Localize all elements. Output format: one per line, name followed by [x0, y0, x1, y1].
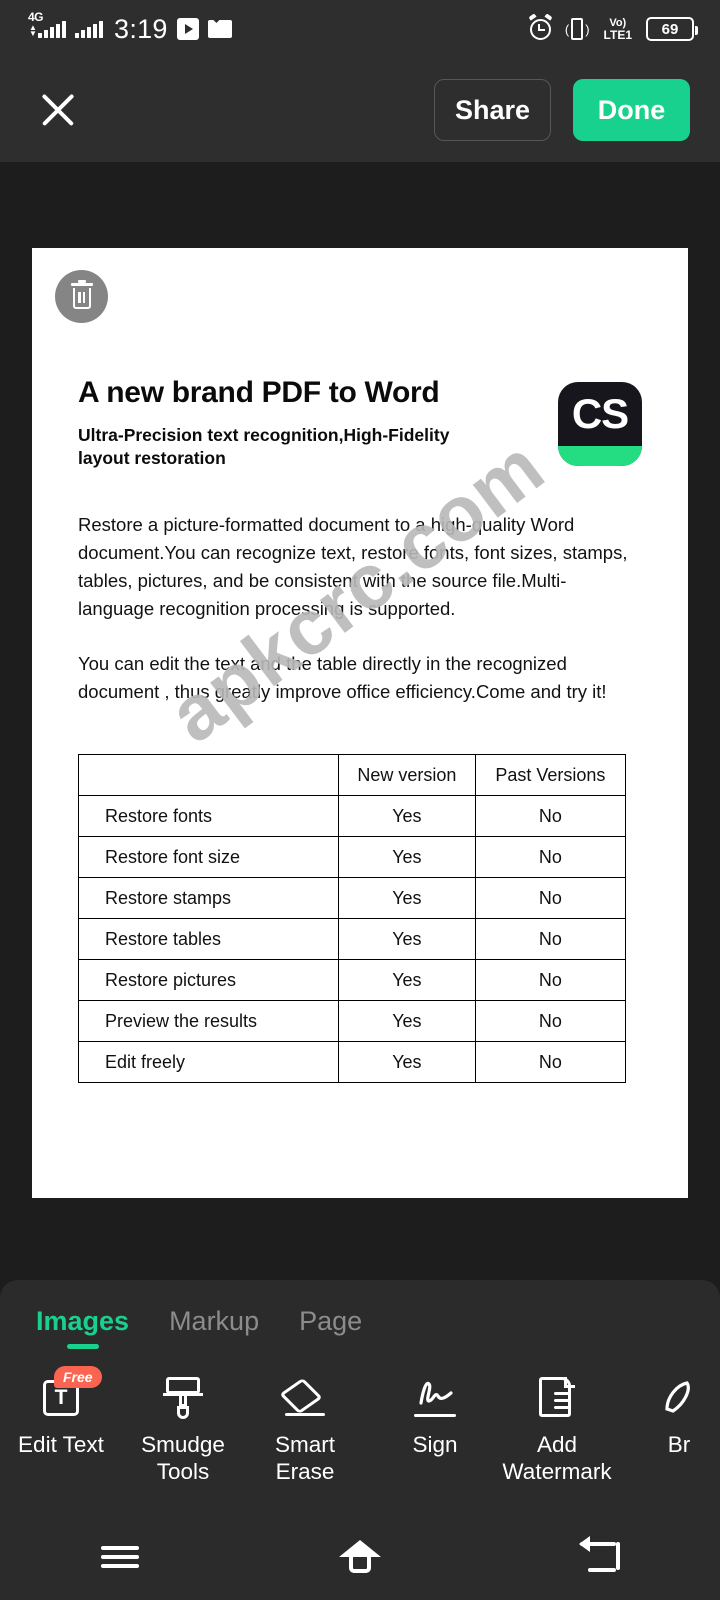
table-cell: Restore font size: [78, 836, 339, 879]
volte-icon: Vo) LTE1: [603, 16, 632, 42]
table-row: Restore pictures Yes No: [78, 959, 627, 1002]
volte-line1: Vo): [609, 16, 627, 29]
done-button[interactable]: Done: [573, 79, 690, 141]
tool-row: Free T Edit Text Smudge Tools Smart Eras…: [0, 1349, 720, 1485]
editor-canvas: A new brand PDF to Word Ultra-Precision …: [0, 162, 720, 1280]
signature-icon: [413, 1373, 457, 1423]
signal-bars-icon: [75, 20, 103, 38]
tool-add-watermark[interactable]: Add Watermark: [496, 1373, 618, 1485]
volte-line2: LTE1: [603, 27, 632, 42]
tool-sign[interactable]: Sign: [374, 1373, 496, 1459]
feature-comparison-table: New version Past Versions Restore fonts …: [78, 754, 627, 1084]
eraser-icon: [279, 1373, 327, 1423]
table-row: Restore tables Yes No: [78, 918, 627, 961]
table-cell: Yes: [338, 877, 476, 920]
tab-images[interactable]: Images: [36, 1306, 129, 1349]
brush-icon: [661, 1373, 697, 1423]
nav-recents-button[interactable]: [65, 1528, 175, 1586]
home-icon: [339, 1540, 381, 1574]
table-row: Preview the results Yes No: [78, 1000, 627, 1043]
back-arrow-icon: [579, 1536, 620, 1572]
tool-smart-erase[interactable]: Smart Erase: [244, 1373, 366, 1485]
table-row: Restore font size Yes No: [78, 836, 627, 879]
tool-edit-text[interactable]: Free T Edit Text: [0, 1366, 122, 1459]
document-header-text: A new brand PDF to Word Ultra-Precision …: [78, 376, 498, 471]
table-cell: Yes: [338, 918, 476, 961]
status-bar-left: 4G ▲ ▼ 3:19: [0, 11, 232, 45]
table-row: Restore fonts Yes No: [78, 795, 627, 838]
table-cell: Restore fonts: [78, 795, 339, 838]
tool-brush[interactable]: Br: [618, 1373, 720, 1459]
top-toolbar: Share Done: [0, 58, 720, 162]
battery-icon: 69: [646, 17, 698, 41]
signal-4g-icon: 4G ▲ ▼: [28, 11, 66, 38]
document-paragraph: Restore a picture-formatted document to …: [78, 513, 628, 620]
tab-markup[interactable]: Markup: [169, 1306, 259, 1349]
table-cell: Yes: [338, 836, 476, 879]
table-cell: No: [474, 877, 627, 920]
tool-label: Edit Text: [18, 1432, 104, 1457]
table-cell: Preview the results: [78, 1000, 339, 1043]
data-arrows-icon: ▲ ▼: [29, 22, 37, 38]
table-header-row: New version Past Versions: [78, 754, 627, 797]
table-cell: Restore stamps: [78, 877, 339, 920]
editor-tabs: Images Markup Page: [0, 1280, 720, 1349]
battery-percent: 69: [661, 20, 679, 38]
table-cell: Restore tables: [78, 918, 339, 961]
app-screen: 4G ▲ ▼ 3:19 () Vo) LTE1 69 Share Done A …: [0, 0, 720, 1600]
table-header-cell: Past Versions: [474, 754, 627, 797]
document-subtitle: Ultra-Precision text recognition,High-Fi…: [78, 424, 450, 469]
table-cell: Edit freely: [78, 1041, 339, 1084]
tab-page[interactable]: Page: [299, 1306, 362, 1349]
table-row: Restore stamps Yes No: [78, 877, 627, 920]
table-cell: No: [474, 918, 627, 961]
document-header-row: A new brand PDF to Word Ultra-Precision …: [78, 376, 642, 471]
status-bar: 4G ▲ ▼ 3:19 () Vo) LTE1 69: [0, 0, 720, 58]
table-cell: Yes: [338, 1000, 476, 1043]
cs-logo-text: CS: [571, 390, 629, 437]
table-cell: Yes: [338, 795, 476, 838]
table-cell: Yes: [338, 1041, 476, 1084]
status-bar-right: () Vo) LTE1 69: [528, 12, 720, 42]
vibrate-icon: (): [565, 18, 590, 40]
tool-label: Sign: [412, 1432, 458, 1457]
tool-label: Smart Erase: [274, 1432, 335, 1484]
mail-icon: [207, 20, 232, 38]
close-icon[interactable]: [34, 86, 82, 134]
table-row: Edit freely Yes No: [78, 1041, 627, 1084]
tool-label: Add Watermark: [502, 1432, 612, 1484]
free-badge: Free: [54, 1366, 102, 1388]
document-page[interactable]: A new brand PDF to Word Ultra-Precision …: [32, 248, 688, 1198]
smudge-brush-icon: [163, 1373, 203, 1423]
tool-label: Smudge Tools: [141, 1432, 225, 1484]
status-clock: 3:19: [114, 13, 168, 44]
cs-logo-icon: CS: [558, 382, 642, 466]
tool-label: Br: [667, 1432, 691, 1457]
watermark-icon: [539, 1373, 575, 1423]
table-cell: No: [474, 1000, 627, 1043]
table-cell: No: [474, 836, 627, 879]
bottom-toolbar-panel: Images Markup Page Free T Edit Text Smud…: [0, 1280, 720, 1600]
tool-smudge[interactable]: Smudge Tools: [122, 1373, 244, 1485]
document-title: A new brand PDF to Word: [78, 376, 440, 409]
alarm-icon: [528, 12, 553, 40]
android-nav-bar: [0, 1514, 720, 1600]
top-toolbar-actions: Share Done: [434, 79, 720, 141]
table-cell: Yes: [338, 959, 476, 1002]
cs-logo-accent: [558, 446, 642, 466]
nav-back-button[interactable]: [545, 1528, 655, 1586]
table-header-cell: [78, 754, 339, 797]
table-header-cell: New version: [338, 754, 476, 797]
network-label: 4G: [28, 9, 44, 24]
nav-home-button[interactable]: [305, 1528, 415, 1586]
document-paragraph: You can edit the text and the table dire…: [78, 653, 607, 703]
table-cell: No: [474, 795, 627, 838]
table-cell: No: [474, 1041, 627, 1084]
table-cell: Restore pictures: [78, 959, 339, 1002]
menu-icon: [101, 1541, 139, 1573]
play-store-icon: [176, 18, 199, 40]
document-content: A new brand PDF to Word Ultra-Precision …: [32, 248, 688, 1084]
table-cell: No: [474, 959, 627, 1002]
share-button[interactable]: Share: [434, 79, 551, 141]
